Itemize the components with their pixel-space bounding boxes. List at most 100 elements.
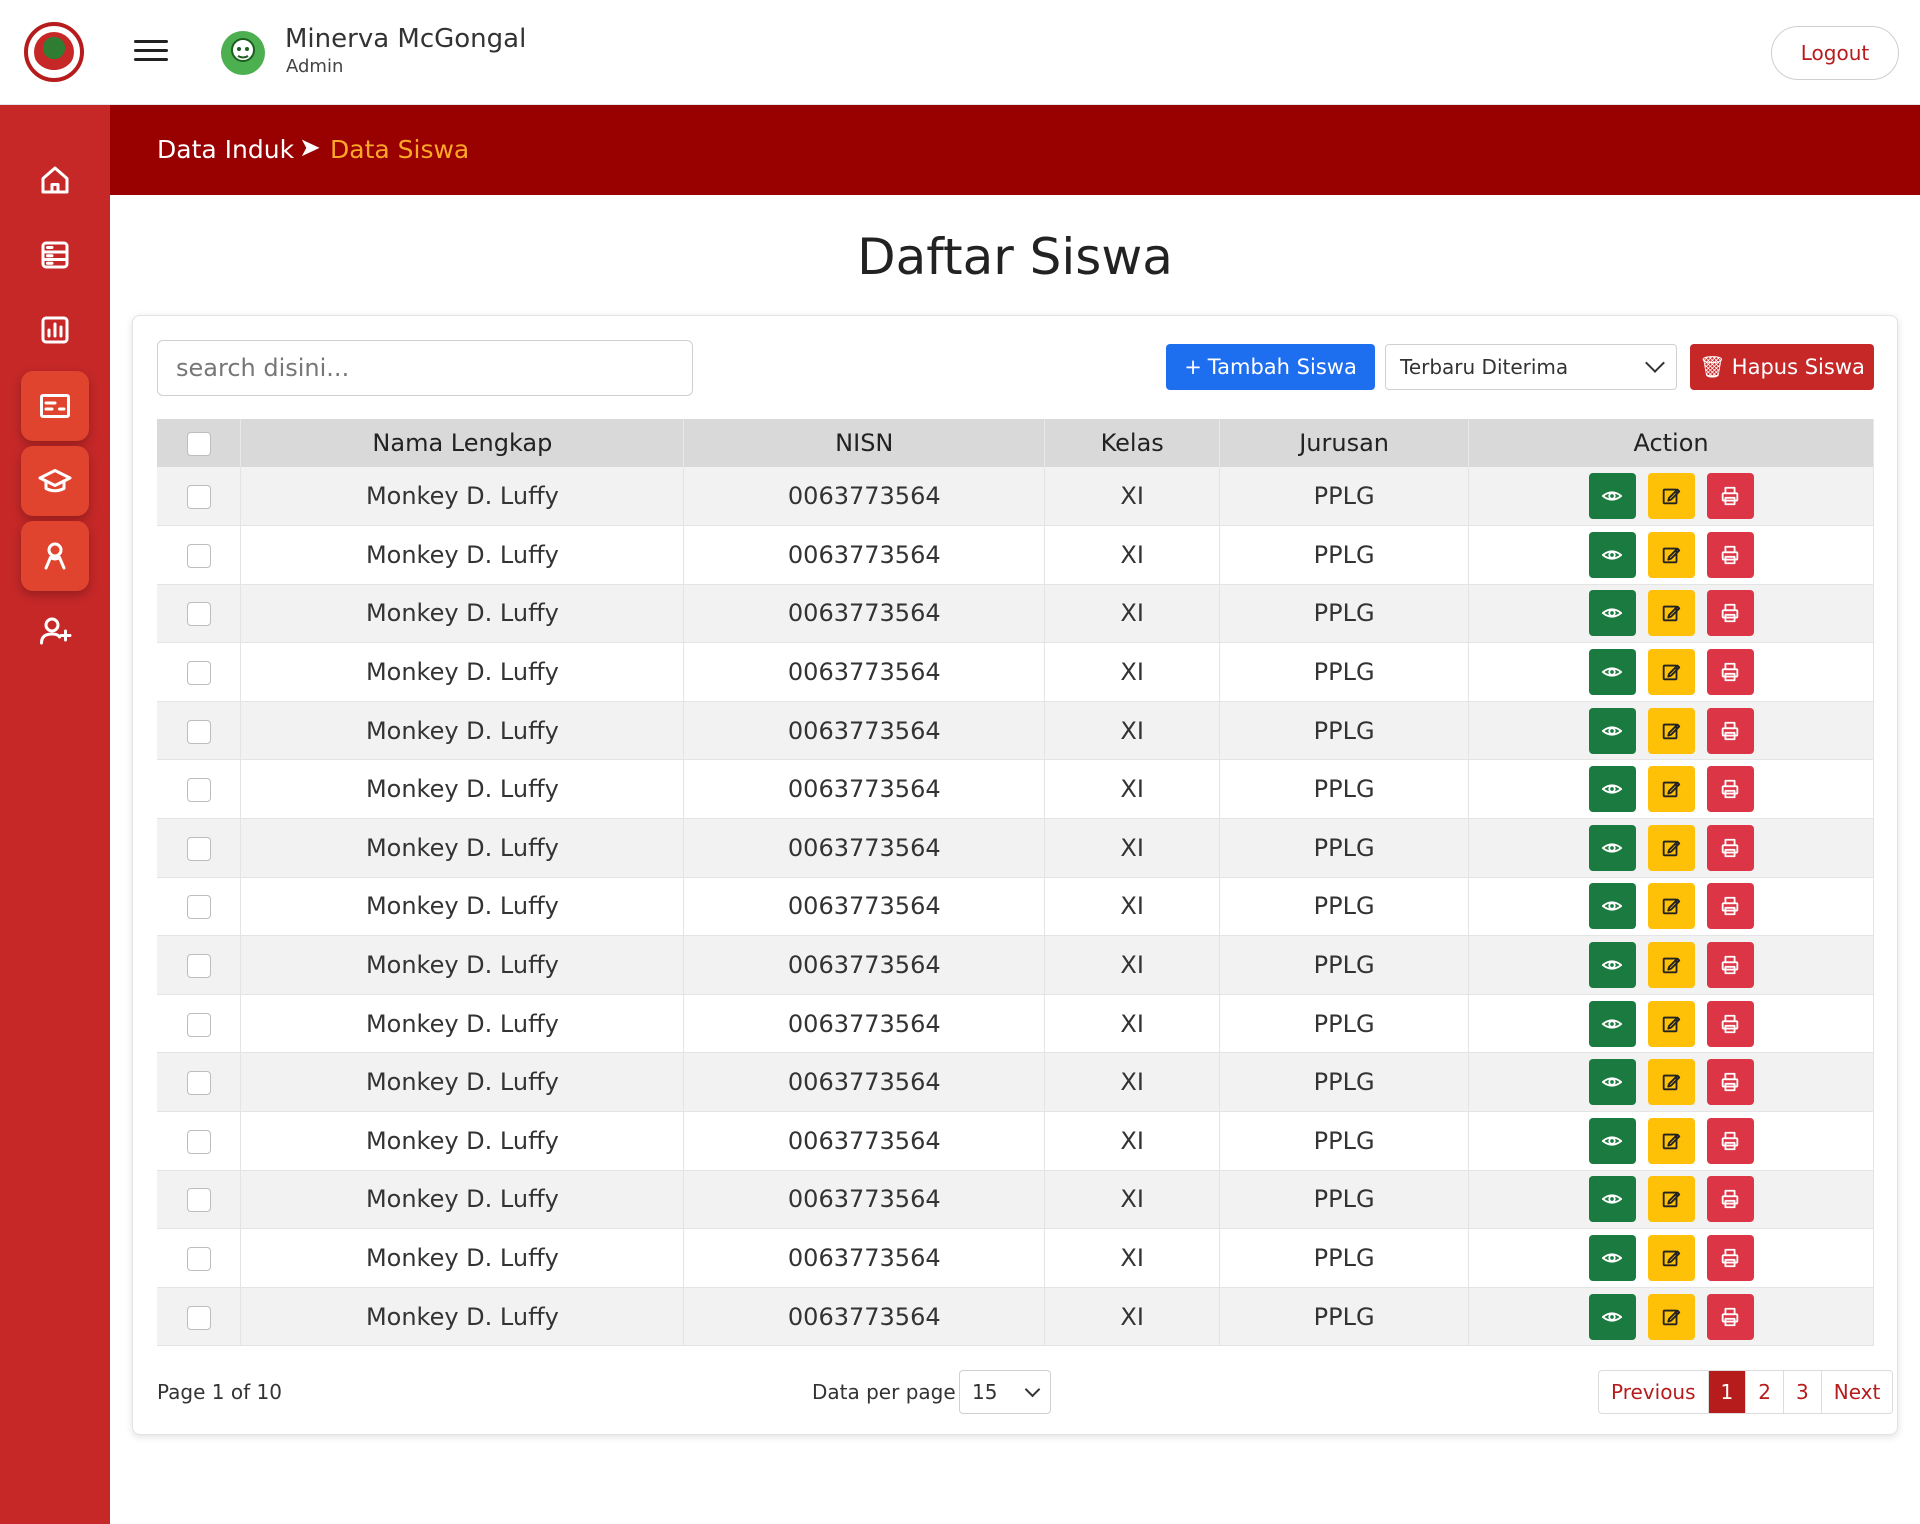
row-checkbox[interactable] — [186, 778, 211, 803]
view-button[interactable] — [1588, 883, 1636, 930]
row-checkbox[interactable] — [186, 836, 211, 861]
print-button[interactable] — [1706, 1176, 1754, 1223]
edit-button[interactable] — [1647, 766, 1695, 813]
print-button[interactable] — [1706, 1117, 1754, 1164]
row-checkbox[interactable] — [186, 485, 211, 510]
sidebar-item-statistics[interactable] — [21, 295, 89, 365]
edit-button[interactable] — [1647, 473, 1695, 520]
cell-actions — [1468, 1052, 1874, 1113]
edit-button[interactable] — [1647, 1000, 1695, 1047]
column-header-nama[interactable]: Nama Lengkap — [240, 419, 685, 467]
delete-student-button[interactable]: 🗑 Hapus Siswa — [1690, 344, 1874, 390]
edit-icon — [1662, 664, 1681, 681]
view-button[interactable] — [1588, 824, 1636, 871]
pagination-page-3[interactable]: 3 — [1784, 1371, 1822, 1413]
view-button[interactable] — [1588, 707, 1636, 754]
view-button[interactable] — [1588, 1000, 1636, 1047]
user-plus-icon — [40, 617, 72, 645]
row-checkbox[interactable] — [186, 543, 211, 568]
students-card: + Tambah Siswa Terbaru Diterima 🗑 Hapus … — [132, 315, 1898, 1435]
print-button[interactable] — [1706, 590, 1754, 637]
view-button[interactable] — [1588, 1176, 1636, 1223]
row-checkbox[interactable] — [186, 895, 211, 920]
pagination-page-1[interactable]: 1 — [1708, 1371, 1747, 1413]
print-button[interactable] — [1706, 766, 1754, 813]
column-header-jurusan[interactable]: Jurusan — [1219, 419, 1470, 467]
view-button[interactable] — [1588, 590, 1636, 637]
view-button[interactable] — [1588, 1235, 1636, 1282]
sort-select[interactable]: Terbaru Diterima — [1385, 344, 1677, 390]
edit-button[interactable] — [1647, 590, 1695, 637]
row-checkbox[interactable] — [186, 1129, 211, 1154]
edit-button[interactable] — [1647, 1176, 1695, 1223]
row-checkbox[interactable] — [186, 1305, 211, 1330]
row-checkbox[interactable] — [186, 1247, 211, 1272]
print-button[interactable] — [1706, 883, 1754, 930]
eye-icon — [1601, 1194, 1623, 1205]
edit-button[interactable] — [1647, 942, 1695, 989]
edit-icon — [1662, 1016, 1681, 1032]
row-checkbox[interactable] — [186, 719, 211, 744]
print-button[interactable] — [1706, 1293, 1754, 1340]
row-checkbox[interactable] — [186, 1012, 211, 1037]
print-button[interactable] — [1706, 531, 1754, 578]
row-checkbox[interactable] — [186, 661, 211, 686]
sidebar-item-home[interactable] — [21, 145, 89, 215]
cell-nama: Monkey D. Luffy — [240, 1052, 685, 1113]
print-button[interactable] — [1706, 649, 1754, 696]
breadcrumb-current: Data Siswa — [330, 135, 470, 164]
cell-actions — [1468, 1111, 1874, 1171]
cell-jurusan: PPLG — [1219, 701, 1470, 761]
view-button[interactable] — [1588, 766, 1636, 813]
edit-button[interactable] — [1647, 824, 1695, 871]
sidebar-item-students[interactable] — [21, 446, 89, 516]
row-checkbox[interactable] — [186, 954, 211, 979]
edit-button[interactable] — [1647, 649, 1695, 696]
search-input[interactable] — [157, 340, 693, 396]
edit-button[interactable] — [1647, 1059, 1695, 1106]
view-button[interactable] — [1588, 531, 1636, 578]
breadcrumb-parent[interactable]: Data Induk — [157, 135, 294, 164]
edit-button[interactable] — [1647, 1293, 1695, 1340]
edit-icon — [1662, 606, 1681, 622]
print-button[interactable] — [1706, 1059, 1754, 1106]
column-header-nisn[interactable]: NISN — [683, 419, 1046, 467]
school-logo[interactable] — [24, 22, 84, 82]
hamburger-menu-icon[interactable] — [134, 40, 168, 64]
print-icon — [1721, 486, 1739, 506]
edit-button[interactable] — [1647, 531, 1695, 578]
edit-button[interactable] — [1647, 707, 1695, 754]
edit-button[interactable] — [1647, 883, 1695, 930]
view-button[interactable] — [1588, 1293, 1636, 1340]
pagination-next[interactable]: Next — [1822, 1371, 1893, 1413]
print-button[interactable] — [1706, 942, 1754, 989]
cell-nisn: 0063773564 — [683, 1170, 1046, 1230]
row-checkbox[interactable] — [186, 1071, 211, 1096]
print-button[interactable] — [1706, 473, 1754, 520]
view-button[interactable] — [1588, 1059, 1636, 1106]
print-button[interactable] — [1706, 707, 1754, 754]
pagination-previous[interactable]: Previous — [1599, 1371, 1709, 1413]
view-button[interactable] — [1588, 649, 1636, 696]
view-button[interactable] — [1588, 473, 1636, 520]
sidebar-item-data-card[interactable] — [21, 371, 89, 441]
row-checkbox[interactable] — [186, 1188, 211, 1213]
view-button[interactable] — [1588, 942, 1636, 989]
logout-button[interactable]: Logout — [1771, 26, 1899, 80]
cell-nisn: 0063773564 — [683, 467, 1046, 527]
edit-button[interactable] — [1647, 1235, 1695, 1282]
print-button[interactable] — [1706, 1000, 1754, 1047]
sidebar-item-server[interactable] — [21, 220, 89, 290]
column-header-kelas[interactable]: Kelas — [1044, 419, 1221, 467]
select-all-checkbox[interactable] — [186, 432, 211, 456]
print-button[interactable] — [1706, 824, 1754, 871]
print-button[interactable] — [1706, 1235, 1754, 1282]
per-page-select[interactable]: 15 — [959, 1370, 1051, 1414]
sidebar-item-add-user[interactable] — [21, 596, 89, 666]
edit-button[interactable] — [1647, 1117, 1695, 1164]
pagination-page-2[interactable]: 2 — [1746, 1371, 1784, 1413]
add-student-button[interactable]: + Tambah Siswa — [1166, 344, 1375, 390]
view-button[interactable] — [1588, 1117, 1636, 1164]
row-checkbox[interactable] — [186, 602, 211, 627]
sidebar-item-alumni[interactable] — [21, 521, 89, 591]
